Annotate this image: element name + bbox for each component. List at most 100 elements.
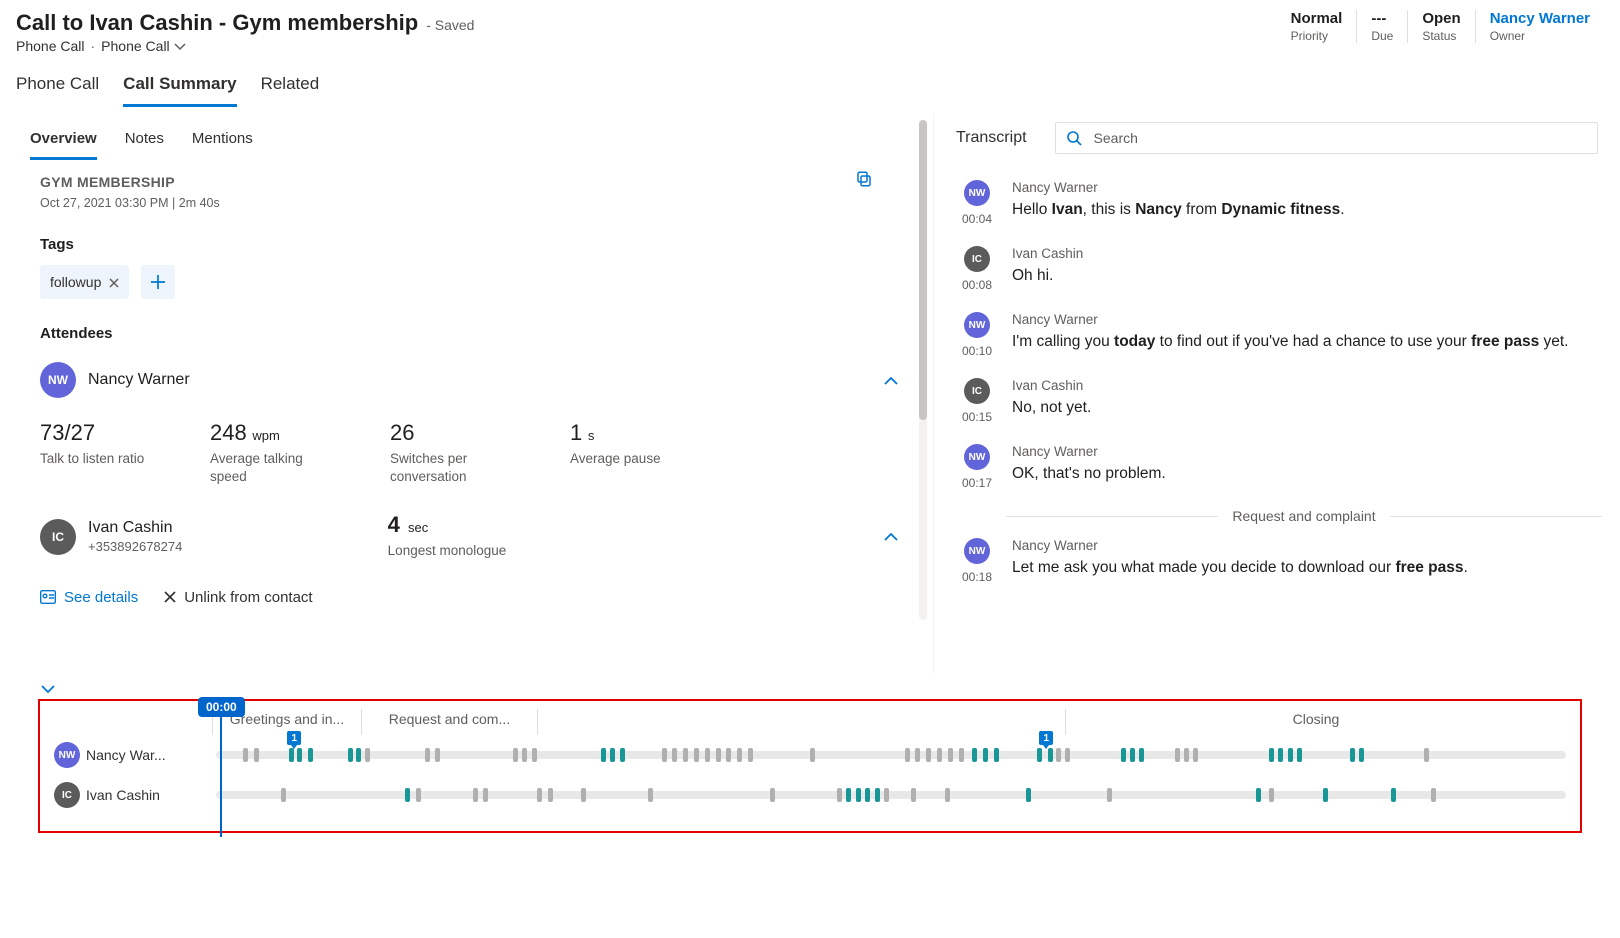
collapse-attendee-button[interactable] xyxy=(883,371,905,388)
chevron-up-icon xyxy=(883,373,899,389)
timeline-tick xyxy=(737,748,742,762)
timeline-tick xyxy=(365,748,370,762)
timeline-segment[interactable]: Request and com... xyxy=(361,709,537,735)
timeline-panel: 00:00 Greetings and in...Request and com… xyxy=(38,699,1582,833)
timeline-tick xyxy=(473,788,478,802)
expand-timeline-button[interactable] xyxy=(12,680,1608,697)
avatar: NW xyxy=(54,742,80,768)
transcript-item[interactable]: NW 00:18 Nancy Warner Let me ask you wha… xyxy=(952,528,1602,594)
tab-call-summary[interactable]: Call Summary xyxy=(123,68,236,107)
see-details-link[interactable]: See details xyxy=(40,589,138,606)
timeline-track[interactable] xyxy=(216,791,1566,799)
unlink-contact-link[interactable]: Unlink from contact xyxy=(164,589,312,606)
tab-phone-call[interactable]: Phone Call xyxy=(16,68,99,107)
copy-summary-button[interactable] xyxy=(855,170,873,188)
timeline-marker[interactable]: 1 xyxy=(287,731,301,745)
timeline-tick xyxy=(356,748,361,762)
transcript-item[interactable]: NW 00:04 Nancy Warner Hello Ivan, this i… xyxy=(952,170,1602,236)
subtab-mentions[interactable]: Mentions xyxy=(192,120,253,160)
timeline-tick xyxy=(726,748,731,762)
playhead-time: 00:00 xyxy=(198,697,245,717)
header-field-owner[interactable]: Nancy WarnerOwner xyxy=(1475,10,1604,43)
attendee-1-row: NW Nancy Warner xyxy=(40,362,905,398)
timeline-tick xyxy=(1256,788,1261,802)
transcript-speaker: Ivan Cashin xyxy=(1012,378,1598,393)
timeline-tick xyxy=(1269,788,1274,802)
timeline-tick xyxy=(1391,788,1396,802)
transcript-item[interactable]: IC 00:08 Ivan Cashin Oh hi. xyxy=(952,236,1602,302)
timeline-tick xyxy=(937,748,942,762)
transcript-text: Oh hi. xyxy=(1012,265,1598,287)
timeline-tick xyxy=(281,788,286,802)
header-summary-fields: NormalPriority---DueOpenStatusNancy Warn… xyxy=(1277,10,1604,43)
subtab-notes[interactable]: Notes xyxy=(125,120,164,160)
chevron-up-icon xyxy=(883,529,899,545)
transcript-search[interactable] xyxy=(1055,122,1598,154)
timeline-segment[interactable]: Closing xyxy=(1065,709,1566,735)
timeline-tick xyxy=(837,788,842,802)
transcript-timestamp: 00:08 xyxy=(962,278,992,292)
timeline-tick xyxy=(648,788,653,802)
timeline-tick xyxy=(865,788,870,802)
transcript-timestamp: 00:18 xyxy=(962,570,992,584)
transcript-list: NW 00:04 Nancy Warner Hello Ivan, this i… xyxy=(952,166,1602,674)
timeline-tick xyxy=(483,788,488,802)
timeline-speaker-label: NWNancy War... xyxy=(54,742,204,768)
chevron-down-icon xyxy=(174,41,186,53)
scrollbar-thumb[interactable] xyxy=(919,120,927,420)
transcript-speaker: Ivan Cashin xyxy=(1012,246,1598,261)
header-field-priority: NormalPriority xyxy=(1277,10,1357,43)
timeline-tick xyxy=(683,748,688,762)
timeline-segment[interactable] xyxy=(537,709,1065,735)
tag-remove-button[interactable] xyxy=(109,274,119,290)
avatar: IC xyxy=(964,246,990,272)
contact-card-icon xyxy=(40,590,56,604)
attendees-header: Attendees xyxy=(40,325,905,342)
subtab-overview[interactable]: Overview xyxy=(30,120,97,160)
timeline-tick xyxy=(1048,748,1053,762)
timeline-tick xyxy=(926,748,931,762)
transcript-item[interactable]: NW 00:17 Nancy Warner OK, that's no prob… xyxy=(952,434,1602,500)
timeline-tick xyxy=(537,788,542,802)
tags-header: Tags xyxy=(40,236,905,253)
timeline-tick xyxy=(254,748,259,762)
transcript-text: I'm calling you today to find out if you… xyxy=(1012,331,1598,353)
attendee-name: Nancy Warner xyxy=(88,371,190,389)
timeline-tick xyxy=(915,748,920,762)
timeline-tick xyxy=(983,748,988,762)
timeline-tick xyxy=(1037,748,1042,762)
playhead[interactable]: 00:00 xyxy=(198,697,245,837)
timeline-tick xyxy=(1107,788,1112,802)
avatar: IC xyxy=(964,378,990,404)
transcript-title: Transcript xyxy=(956,129,1027,147)
timeline-tick xyxy=(1424,748,1429,762)
avatar: NW xyxy=(964,444,990,470)
add-tag-button[interactable] xyxy=(141,265,175,299)
timeline-tick xyxy=(1431,788,1436,802)
chevron-down-icon xyxy=(40,681,56,697)
scrollbar[interactable] xyxy=(919,120,927,620)
timeline-track[interactable]: 11 xyxy=(216,751,1566,759)
search-input[interactable] xyxy=(1092,129,1587,147)
transcript-item[interactable]: IC 00:15 Ivan Cashin No, not yet. xyxy=(952,368,1602,434)
timeline-tick xyxy=(581,788,586,802)
breadcrumb-form-picker[interactable]: Phone Call xyxy=(101,38,185,54)
timeline-tick xyxy=(994,748,999,762)
header-field-status: OpenStatus xyxy=(1407,10,1474,43)
close-icon xyxy=(109,278,119,288)
longest-monologue-metric: 4 sec Longest monologue xyxy=(388,512,508,560)
tab-related[interactable]: Related xyxy=(261,68,320,107)
timeline-tick xyxy=(1026,788,1031,802)
copy-icon xyxy=(855,170,873,188)
timeline-marker[interactable]: 1 xyxy=(1039,731,1053,745)
transcript-item[interactable]: NW 00:10 Nancy Warner I'm calling you to… xyxy=(952,302,1602,368)
collapse-attendee-button[interactable] xyxy=(883,528,905,545)
tag-chip[interactable]: followup xyxy=(40,265,129,299)
avatar: IC xyxy=(40,519,76,555)
timeline-tick xyxy=(748,748,753,762)
timeline-tick xyxy=(875,788,880,802)
timeline-tick xyxy=(513,748,518,762)
timeline-tick xyxy=(1130,748,1135,762)
attendee-2-row: IC Ivan Cashin +353892678274 4 sec Longe… xyxy=(40,512,905,560)
plus-icon xyxy=(150,274,166,290)
